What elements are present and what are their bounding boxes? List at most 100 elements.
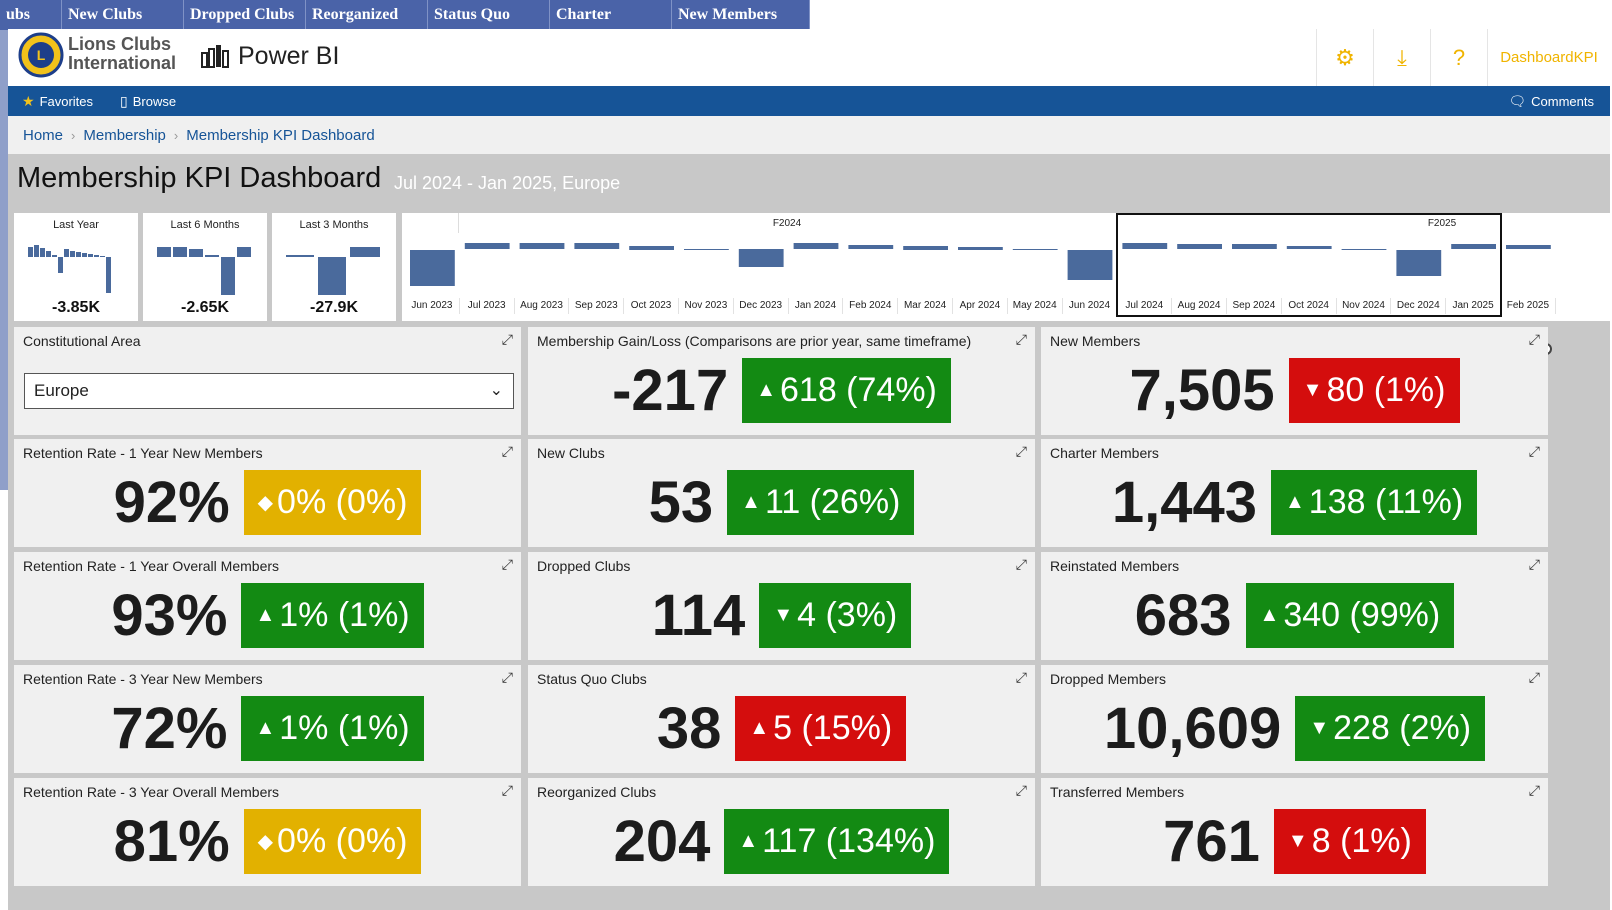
timeline-month-label[interactable]: Jan 2024 — [789, 298, 844, 314]
background-tab-strip: ubs New Clubs Dropped Clubs Reorganized … — [0, 0, 810, 30]
timeline-bar[interactable] — [738, 249, 784, 267]
kpi-change-badge: ▲ 618 (74%) — [742, 357, 951, 423]
kpi-card[interactable]: Retention Rate - 3 Year New Members ⤢ 72% ▲… — [14, 665, 521, 773]
constitutional-area-dropdown[interactable]: Europe ⌄ — [24, 373, 514, 409]
timeline-bar[interactable] — [519, 243, 565, 249]
kpi-change-badge: ▼ 4 (3%) — [759, 582, 912, 648]
timeline-month-label[interactable]: Mar 2024 — [898, 298, 953, 314]
help-icon[interactable]: ? — [1430, 29, 1487, 86]
kpi-card[interactable]: Reinstated Members ⤢ 683 ▲ 340 (99%) — [1041, 552, 1548, 660]
timeline-bar[interactable] — [903, 246, 948, 250]
org-name-line1: Lions Clubs — [68, 34, 171, 54]
background-tab[interactable]: Dropped Clubs — [184, 0, 306, 30]
background-tab[interactable]: ubs — [0, 0, 62, 30]
expand-icon[interactable]: ⤢ — [502, 331, 513, 348]
kpi-change: 228 (2%) — [1333, 708, 1472, 747]
mini-chart-last-6-months[interactable]: Last 6 Months -2.65K — [143, 213, 267, 321]
kpi-card[interactable]: Retention Rate - 1 Year New Members ⤢ 92% ◆… — [14, 439, 521, 547]
timeline-bar[interactable] — [410, 250, 455, 286]
timeline-bar[interactable] — [848, 245, 894, 249]
kpi-title: Retention Rate - 1 Year Overall Members — [23, 558, 280, 574]
kpi-change-badge: ◆ 0% (0%) — [243, 469, 422, 535]
kpi-body: 38 ▲ 5 (15%) — [528, 693, 1035, 763]
breadcrumb-current[interactable]: Membership KPI Dashboard — [186, 127, 374, 144]
timeline-month-label[interactable]: Apr 2024 — [953, 298, 1008, 314]
user-menu[interactable]: DashboardKPI — [1487, 29, 1610, 86]
timeline-month-label[interactable]: Jun 2024 — [1063, 298, 1118, 314]
kpi-body: -217 ▲ 618 (74%) — [528, 355, 1035, 425]
expand-icon[interactable]: ⤢ — [1529, 782, 1540, 799]
background-tab[interactable]: New Clubs — [62, 0, 184, 30]
breadcrumb-section[interactable]: Membership — [83, 127, 166, 144]
timeline-bar[interactable] — [1067, 250, 1113, 280]
expand-icon[interactable]: ⤢ — [502, 782, 513, 799]
timeline-bar[interactable] — [629, 246, 674, 250]
kpi-card[interactable]: Membership Gain/Loss (Comparisons are pr… — [528, 327, 1035, 435]
expand-icon[interactable]: ⤢ — [1529, 669, 1540, 686]
kpi-body: 204 ▲ 117 (134%) — [528, 806, 1035, 876]
timeline-bar[interactable] — [574, 243, 620, 249]
kpi-body: 7,505 ▼ 80 (1%) — [1041, 355, 1548, 425]
mini-chart-last-year[interactable]: Last Year -3.85K — [14, 213, 138, 321]
kpi-card[interactable]: Dropped Members ⤢ 10,609 ▼ 228 (2%) — [1041, 665, 1548, 773]
mini-chart-last-3-months[interactable]: Last 3 Months -27.9K — [272, 213, 396, 321]
kpi-card[interactable]: Status Quo Clubs ⤢ 38 ▲ 5 (15%) — [528, 665, 1035, 773]
timeline-month-label[interactable]: Sep 2023 — [569, 298, 625, 314]
timeline-month-label[interactable]: Aug 2023 — [515, 298, 570, 314]
expand-icon[interactable]: ⤢ — [1016, 331, 1027, 348]
kpi-value: 204 — [613, 808, 711, 874]
background-tab[interactable]: Charter — [550, 0, 672, 30]
favorites-button[interactable]: ★ Favorites — [22, 93, 93, 110]
expand-icon[interactable]: ⤢ — [1529, 331, 1540, 348]
timeline-month-label[interactable]: Nov 2023 — [679, 298, 734, 314]
comments-button[interactable]: 🗨 Comments — [1508, 93, 1594, 110]
expand-icon[interactable]: ⤢ — [1016, 782, 1027, 799]
breadcrumb-home[interactable]: Home — [23, 127, 63, 144]
timeline-month-label[interactable]: Oct 2023 — [624, 298, 679, 314]
download-icon[interactable]: ⤓ — [1373, 29, 1430, 86]
kpi-change-badge: ▲ 1% (1%) — [241, 582, 424, 648]
timeline-bar[interactable] — [1012, 249, 1058, 250]
kpi-body: 10,609 ▼ 228 (2%) — [1041, 693, 1548, 763]
kpi-title: New Clubs — [537, 445, 605, 461]
kpi-card[interactable]: Retention Rate - 1 Year Overall Members ⤢… — [14, 552, 521, 660]
chevron-right-icon: › — [71, 127, 76, 143]
kpi-card[interactable]: Dropped Clubs ⤢ 114 ▼ 4 (3%) — [528, 552, 1035, 660]
timeline-month-label[interactable]: Jun 2023 — [405, 298, 460, 314]
kpi-card[interactable]: Charter Members ⤢ 1,443 ▲ 138 (11%) — [1041, 439, 1548, 547]
timeline-bar[interactable] — [464, 243, 510, 249]
favorites-label: Favorites — [39, 94, 94, 109]
gear-icon[interactable]: ⚙ — [1316, 29, 1373, 86]
expand-icon[interactable]: ⤢ — [1016, 669, 1027, 686]
kpi-card[interactable]: Transferred Members ⤢ 761 ▼ 8 (1%) — [1041, 778, 1548, 886]
timeline-month-label[interactable]: Jul 2023 — [460, 298, 515, 314]
timeline-bar[interactable] — [684, 249, 729, 250]
kpi-card[interactable]: Reorganized Clubs ⤢ 204 ▲ 117 (134%) — [528, 778, 1035, 886]
background-tab[interactable]: New Members — [672, 0, 810, 30]
kpi-change: 4 (3%) — [797, 595, 898, 634]
timeline-month-label[interactable]: Feb 2025 — [1501, 298, 1556, 314]
background-tab[interactable]: Status Quo — [428, 0, 550, 30]
mini-chart-value: -3.85K — [51, 299, 101, 316]
expand-icon[interactable]: ⤢ — [502, 443, 513, 460]
timeline-bar[interactable] — [1506, 245, 1551, 249]
timeline-bar[interactable] — [793, 243, 839, 249]
kpi-card[interactable]: Retention Rate - 3 Year Overall Members ⤢… — [14, 778, 521, 886]
expand-icon[interactable]: ⤢ — [1529, 556, 1540, 573]
kpi-card[interactable]: New Clubs ⤢ 53 ▲ 11 (26%) — [528, 439, 1035, 547]
timeline-selection[interactable] — [1116, 213, 1502, 317]
expand-icon[interactable]: ⤢ — [1016, 443, 1027, 460]
expand-icon[interactable]: ⤢ — [502, 556, 513, 573]
timeline-bar[interactable] — [958, 247, 1003, 250]
expand-icon[interactable]: ⤢ — [1529, 443, 1540, 460]
timeline-month-label[interactable]: Feb 2024 — [843, 298, 899, 314]
kpi-title: Dropped Members — [1050, 671, 1166, 687]
timeline-month-label[interactable]: Dec 2023 — [734, 298, 789, 314]
expand-icon[interactable]: ⤢ — [502, 669, 513, 686]
timeline-slicer[interactable]: F2024 F2025 Jun 2023 Jul 2023 Aug 2023 Sep … — [402, 213, 1610, 321]
background-tab[interactable]: Reorganized — [306, 0, 428, 30]
kpi-card[interactable]: New Members ⤢ 7,505 ▼ 80 (1%) — [1041, 327, 1548, 435]
browse-button[interactable]: ▯ Browse — [120, 93, 176, 110]
expand-icon[interactable]: ⤢ — [1016, 556, 1027, 573]
timeline-month-label[interactable]: May 2024 — [1008, 298, 1063, 314]
